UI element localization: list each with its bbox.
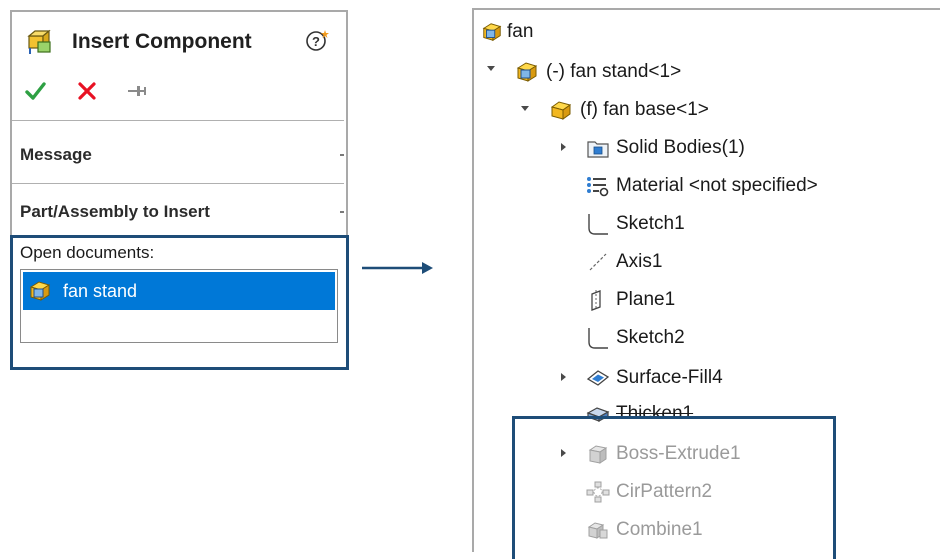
- help-icon[interactable]: ?: [306, 28, 330, 52]
- divider: [12, 183, 344, 184]
- tree-label: (f) fan base<1>: [580, 99, 709, 120]
- arrow-right-icon: [362, 262, 433, 274]
- collapsed-caret-icon[interactable]: [558, 372, 568, 382]
- tree-label: Material <not specified>: [616, 175, 818, 196]
- panel-border: [472, 8, 940, 10]
- tree-label: Axis1: [616, 251, 663, 272]
- surface-fill-icon: [586, 370, 610, 386]
- part-assembly-section-header[interactable]: Part/Assembly to Insert: [20, 202, 210, 222]
- expanded-caret-icon[interactable]: [486, 64, 496, 74]
- tree-item-axis1[interactable]: Axis1: [586, 246, 662, 278]
- collapse-caret-icon[interactable]: [340, 211, 344, 213]
- plane-icon: [591, 290, 601, 311]
- assembly-icon: [516, 62, 538, 82]
- expanded-caret-icon[interactable]: [520, 104, 530, 114]
- divider: [12, 120, 344, 121]
- tree-item-sketch1[interactable]: Sketch1: [586, 208, 685, 240]
- tree-item-surface-fill4[interactable]: Surface-Fill4: [586, 362, 723, 394]
- panel-header: Insert Component: [26, 25, 252, 59]
- pin-icon[interactable]: [126, 82, 148, 100]
- part-icon: [550, 101, 572, 120]
- tree-label: Plane1: [616, 289, 676, 310]
- tree-label: Sketch1: [616, 213, 685, 234]
- insert-component-icon: [27, 29, 51, 54]
- insert-component-panel: Insert Component ? Message Part/Assembly…: [10, 10, 349, 370]
- highlight-box: [512, 416, 836, 559]
- tree-item-fan-stand[interactable]: (-) fan stand<1>: [514, 56, 681, 88]
- tree-label: (-) fan stand<1>: [546, 61, 682, 82]
- tree-label: Surface-Fill4: [616, 367, 723, 388]
- message-section-header[interactable]: Message: [20, 145, 92, 165]
- tree-item-plane1[interactable]: Plane1: [586, 284, 675, 316]
- ok-check-icon[interactable]: [24, 80, 46, 102]
- sketch-icon: [588, 328, 608, 349]
- tree-label: Sketch2: [616, 327, 685, 348]
- collapse-caret-icon[interactable]: [340, 154, 344, 156]
- svg-text:?: ?: [312, 34, 320, 49]
- panel-border: [472, 8, 474, 552]
- tree-item-material[interactable]: Material <not specified>: [586, 170, 818, 202]
- solid-bodies-folder-icon: [587, 141, 609, 158]
- tree-label: fan: [507, 21, 534, 42]
- material-icon: [587, 177, 609, 197]
- highlight-box: [10, 235, 349, 370]
- cancel-x-icon[interactable]: [77, 81, 97, 101]
- sketch-icon: [588, 214, 608, 235]
- axis-icon: [589, 253, 607, 271]
- assembly-icon: [482, 23, 502, 42]
- tree-item-sketch2[interactable]: Sketch2: [586, 322, 685, 354]
- collapsed-caret-icon[interactable]: [558, 142, 568, 152]
- tree-label: Solid Bodies(1): [616, 137, 745, 158]
- panel-title: Insert Component: [72, 30, 252, 53]
- tree-item-solid-bodies[interactable]: Solid Bodies(1): [586, 132, 745, 164]
- tree-root[interactable]: fan: [480, 16, 533, 48]
- tree-item-fan-base[interactable]: (f) fan base<1>: [548, 94, 709, 126]
